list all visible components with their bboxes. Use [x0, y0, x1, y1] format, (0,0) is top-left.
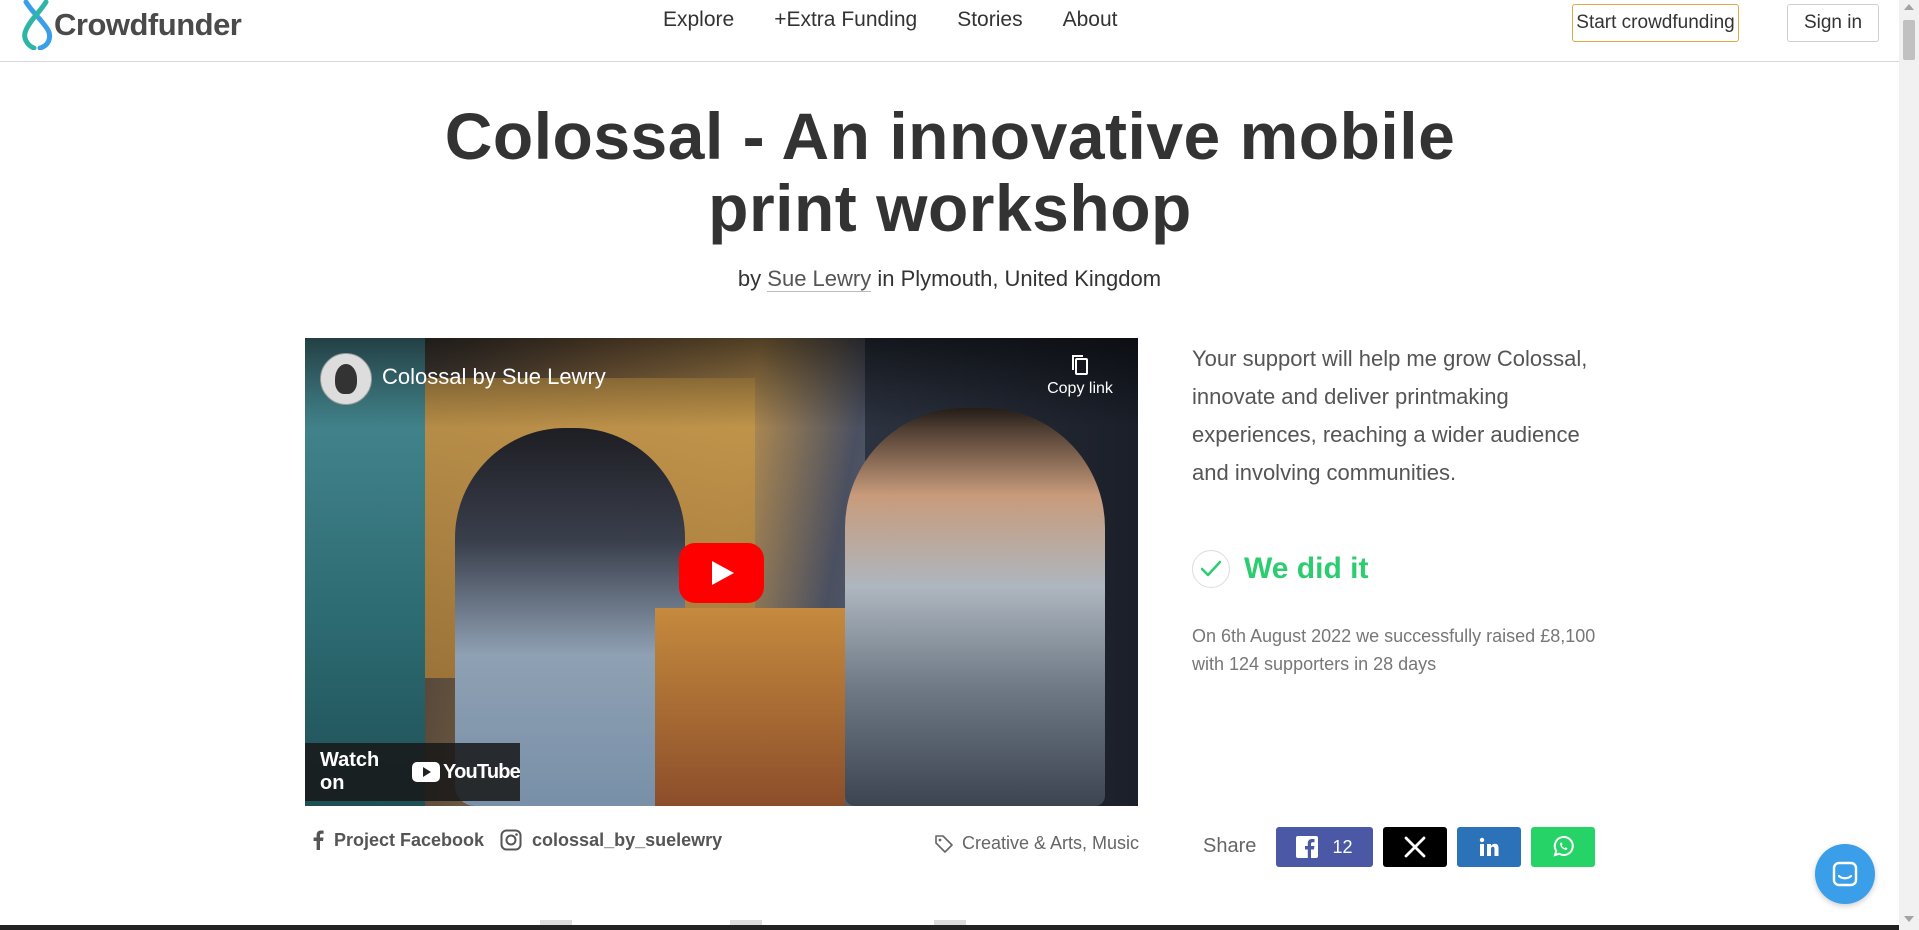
- page-scrollbar[interactable]: [1899, 0, 1919, 930]
- project-tags: Creative & Arts, Music: [934, 833, 1139, 854]
- watch-on-youtube-button[interactable]: Watch on YouTube: [305, 743, 521, 801]
- page-bottom-edge: [0, 925, 1899, 930]
- author-link[interactable]: Sue Lewry: [767, 266, 872, 292]
- project-title: Colossal - An innovative mobile print wo…: [444, 99, 1456, 245]
- share-label: Share: [1203, 835, 1257, 857]
- crowdfunder-logo-icon: [22, 0, 53, 50]
- channel-avatar[interactable]: [320, 353, 372, 405]
- copy-icon: [1072, 355, 1088, 375]
- copy-link-button[interactable]: Copy link: [1035, 354, 1125, 398]
- share-whatsapp-button[interactable]: [1531, 827, 1595, 867]
- instagram-link[interactable]: colossal_by_suelewry: [500, 829, 722, 851]
- project-links: Project Facebook colossal_by_suelewry: [312, 829, 738, 851]
- chat-icon: [1832, 861, 1858, 887]
- sign-in-button[interactable]: Sign in: [1787, 4, 1879, 42]
- play-button[interactable]: [679, 543, 764, 603]
- by-label: by: [737, 266, 762, 291]
- instagram-handle: colossal_by_suelewry: [532, 829, 723, 850]
- nav-about[interactable]: About: [1063, 8, 1118, 32]
- youtube-logo: YouTube: [412, 760, 521, 784]
- share-x-button[interactable]: [1383, 827, 1447, 867]
- copy-link-label: Copy link: [1047, 380, 1113, 397]
- x-icon: [1404, 836, 1426, 858]
- project-video[interactable]: Colossal by Sue Lewry Copy link Watch on…: [305, 338, 1138, 806]
- nav-explore[interactable]: Explore: [663, 8, 734, 32]
- scroll-thumb[interactable]: [1903, 20, 1915, 60]
- project-facebook-label: Project Facebook: [334, 829, 485, 850]
- status-label: We did it: [1244, 552, 1369, 585]
- facebook-icon: [1296, 836, 1319, 858]
- logo-text: Crowdfunder: [54, 7, 242, 42]
- facebook-share-count: 12: [1332, 836, 1353, 857]
- nav-stories[interactable]: Stories: [957, 8, 1022, 32]
- start-crowdfunding-button[interactable]: Start crowdfunding: [1572, 4, 1739, 42]
- project-facebook-link[interactable]: Project Facebook: [312, 830, 484, 851]
- scroll-down-arrow-icon[interactable]: [1904, 916, 1914, 922]
- funding-status: We did it: [1192, 550, 1368, 588]
- project-location: Plymouth, United Kingdom: [900, 266, 1162, 291]
- linkedin-icon: [1479, 837, 1499, 856]
- share-facebook-button[interactable]: 12: [1276, 827, 1373, 867]
- watch-on-label: Watch on: [320, 749, 380, 794]
- nav-extra-funding[interactable]: +Extra Funding: [774, 8, 917, 32]
- check-icon: [1192, 550, 1230, 588]
- site-header: Crowdfunder Explore +Extra Funding Stori…: [0, 0, 1899, 62]
- whatsapp-icon: [1553, 836, 1574, 857]
- scroll-up-arrow-icon[interactable]: [1904, 4, 1914, 10]
- tag-icon: [935, 834, 953, 853]
- project-pitch: Your support will help me grow Colossal,…: [1192, 346, 1588, 485]
- chat-launcher-button[interactable]: [1815, 844, 1875, 904]
- tags-list[interactable]: Creative & Arts, Music: [962, 833, 1139, 854]
- main-nav: Explore +Extra Funding Stories About: [663, 8, 1157, 32]
- project-byline: by Sue Lewry in Plymouth, United Kingdom: [0, 266, 1899, 292]
- youtube-wordmark: YouTube: [443, 760, 521, 783]
- funding-summary: On 6th August 2022 we successfully raise…: [1192, 626, 1596, 674]
- share-linkedin-button[interactable]: [1457, 827, 1521, 867]
- section-tab-marker: [730, 920, 762, 925]
- instagram-icon: [500, 829, 522, 851]
- in-label: in: [877, 266, 895, 291]
- section-tab-marker: [540, 920, 572, 925]
- youtube-icon: [412, 762, 441, 782]
- section-tab-marker: [934, 920, 966, 925]
- logo[interactable]: Crowdfunder: [18, 0, 242, 50]
- facebook-icon: [313, 830, 324, 850]
- video-title[interactable]: Colossal by Sue Lewry: [382, 364, 606, 390]
